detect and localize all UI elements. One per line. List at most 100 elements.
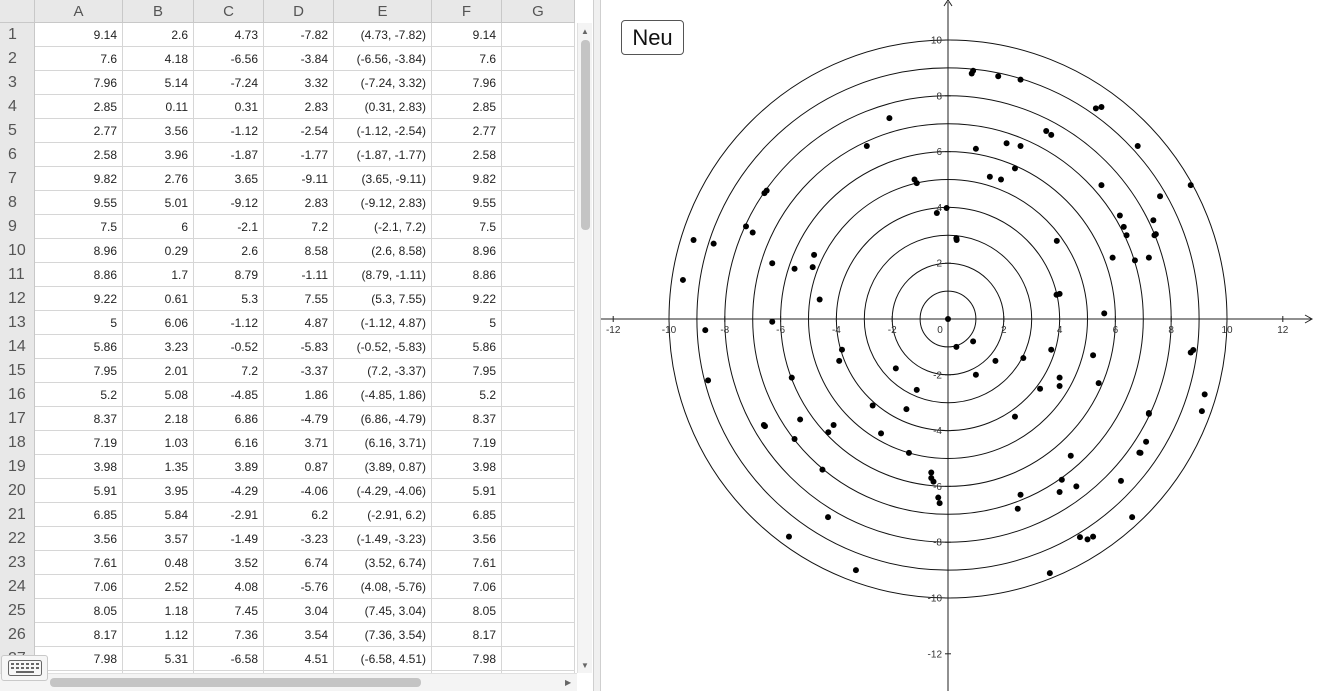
cell-f[interactable]: 9.22 — [432, 287, 502, 311]
cell-f[interactable]: 7.96 — [432, 71, 502, 95]
cell-d[interactable]: -9.11 — [264, 167, 334, 191]
cell-g[interactable] — [502, 311, 575, 335]
cell-a[interactable]: 7.96 — [35, 71, 123, 95]
cell-d[interactable]: 2.83 — [264, 191, 334, 215]
cell-g[interactable] — [502, 119, 575, 143]
cell-b[interactable]: 1.12 — [123, 623, 194, 647]
cell-f[interactable]: 2.85 — [432, 95, 502, 119]
cell-f[interactable]: 2.58 — [432, 143, 502, 167]
cell-d[interactable]: 3.32 — [264, 71, 334, 95]
cell-e[interactable]: (-1.49, -3.23) — [334, 527, 432, 551]
row-header[interactable]: 8 — [0, 191, 35, 215]
cell-e[interactable]: (-2.1, 7.2) — [334, 215, 432, 239]
cell-c[interactable]: -4.85 — [194, 383, 264, 407]
cell-a[interactable]: 8.96 — [35, 239, 123, 263]
cell-g[interactable] — [502, 239, 575, 263]
cell-d[interactable]: 4.87 — [264, 311, 334, 335]
row-header[interactable]: 11 — [0, 263, 35, 287]
cell-b[interactable]: 1.35 — [123, 455, 194, 479]
cell-b[interactable]: 2.6 — [123, 23, 194, 47]
cell-c[interactable]: -9.12 — [194, 191, 264, 215]
cell-b[interactable]: 6 — [123, 215, 194, 239]
cell-a[interactable]: 9.82 — [35, 167, 123, 191]
cell-d[interactable]: 1.86 — [264, 383, 334, 407]
row-header[interactable]: 5 — [0, 119, 35, 143]
row-header[interactable]: 2 — [0, 47, 35, 71]
horizontal-scrollbar[interactable]: ▶ — [0, 673, 577, 691]
cell-c[interactable]: -2.1 — [194, 215, 264, 239]
cell-d[interactable]: 2.83 — [264, 95, 334, 119]
cell-a[interactable]: 8.17 — [35, 623, 123, 647]
cell-c[interactable]: 3.65 — [194, 167, 264, 191]
cell-b[interactable]: 3.57 — [123, 527, 194, 551]
cell-b[interactable]: 5.31 — [123, 647, 194, 671]
cell-g[interactable] — [502, 23, 575, 47]
cell-c[interactable]: 5.3 — [194, 287, 264, 311]
keyboard-button[interactable] — [1, 655, 48, 681]
cell-g[interactable] — [502, 383, 575, 407]
cell-f[interactable]: 6.85 — [432, 503, 502, 527]
column-header-d[interactable]: D — [264, 0, 334, 23]
cell-e[interactable]: (4.73, -7.82) — [334, 23, 432, 47]
cell-f[interactable]: 9.55 — [432, 191, 502, 215]
cell-c[interactable]: -6.56 — [194, 47, 264, 71]
row-header[interactable]: 19 — [0, 455, 35, 479]
cell-e[interactable]: (8.79, -1.11) — [334, 263, 432, 287]
cell-a[interactable]: 8.37 — [35, 407, 123, 431]
cell-d[interactable]: 0.87 — [264, 455, 334, 479]
cell-b[interactable]: 1.03 — [123, 431, 194, 455]
cell-f[interactable]: 5 — [432, 311, 502, 335]
cell-f[interactable]: 3.98 — [432, 455, 502, 479]
cell-e[interactable]: (-2.91, 6.2) — [334, 503, 432, 527]
cell-g[interactable] — [502, 503, 575, 527]
cell-e[interactable]: (7.36, 3.54) — [334, 623, 432, 647]
row-header[interactable]: 15 — [0, 359, 35, 383]
cell-g[interactable] — [502, 167, 575, 191]
cell-a[interactable]: 6.85 — [35, 503, 123, 527]
cell-b[interactable]: 3.23 — [123, 335, 194, 359]
cell-f[interactable]: 7.6 — [432, 47, 502, 71]
cell-c[interactable]: 4.73 — [194, 23, 264, 47]
cell-c[interactable]: 3.52 — [194, 551, 264, 575]
cell-f[interactable]: 2.77 — [432, 119, 502, 143]
cell-b[interactable]: 4.18 — [123, 47, 194, 71]
cell-c[interactable]: 7.45 — [194, 599, 264, 623]
cell-b[interactable]: 1.18 — [123, 599, 194, 623]
cell-a[interactable]: 7.6 — [35, 47, 123, 71]
cell-c[interactable]: 7.36 — [194, 623, 264, 647]
row-header[interactable]: 3 — [0, 71, 35, 95]
column-header-b[interactable]: B — [123, 0, 194, 23]
cell-e[interactable]: (-0.52, -5.83) — [334, 335, 432, 359]
cell-a[interactable]: 7.06 — [35, 575, 123, 599]
cell-d[interactable]: -5.83 — [264, 335, 334, 359]
row-header[interactable]: 18 — [0, 431, 35, 455]
cell-g[interactable] — [502, 95, 575, 119]
cell-a[interactable]: 9.55 — [35, 191, 123, 215]
cell-f[interactable]: 9.82 — [432, 167, 502, 191]
scroll-down-arrow-icon[interactable]: ▼ — [581, 661, 589, 671]
cell-f[interactable]: 5.86 — [432, 335, 502, 359]
view-divider[interactable] — [593, 0, 601, 691]
cell-e[interactable]: (7.2, -3.37) — [334, 359, 432, 383]
cell-e[interactable]: (2.6, 8.58) — [334, 239, 432, 263]
cell-e[interactable]: (0.31, 2.83) — [334, 95, 432, 119]
cell-g[interactable] — [502, 551, 575, 575]
cell-f[interactable]: 7.19 — [432, 431, 502, 455]
cell-d[interactable]: -4.79 — [264, 407, 334, 431]
cell-e[interactable]: (4.08, -5.76) — [334, 575, 432, 599]
cell-d[interactable]: -1.77 — [264, 143, 334, 167]
row-header[interactable]: 13 — [0, 311, 35, 335]
cell-f[interactable]: 8.05 — [432, 599, 502, 623]
cell-f[interactable]: 8.17 — [432, 623, 502, 647]
cell-d[interactable]: 7.55 — [264, 287, 334, 311]
cell-c[interactable]: 6.86 — [194, 407, 264, 431]
cell-a[interactable]: 3.56 — [35, 527, 123, 551]
cell-e[interactable]: (-1.87, -1.77) — [334, 143, 432, 167]
cell-g[interactable] — [502, 455, 575, 479]
cell-g[interactable] — [502, 599, 575, 623]
cell-d[interactable]: 7.2 — [264, 215, 334, 239]
cell-f[interactable]: 7.06 — [432, 575, 502, 599]
cell-g[interactable] — [502, 647, 575, 671]
cell-e[interactable]: (6.16, 3.71) — [334, 431, 432, 455]
cell-b[interactable]: 2.76 — [123, 167, 194, 191]
